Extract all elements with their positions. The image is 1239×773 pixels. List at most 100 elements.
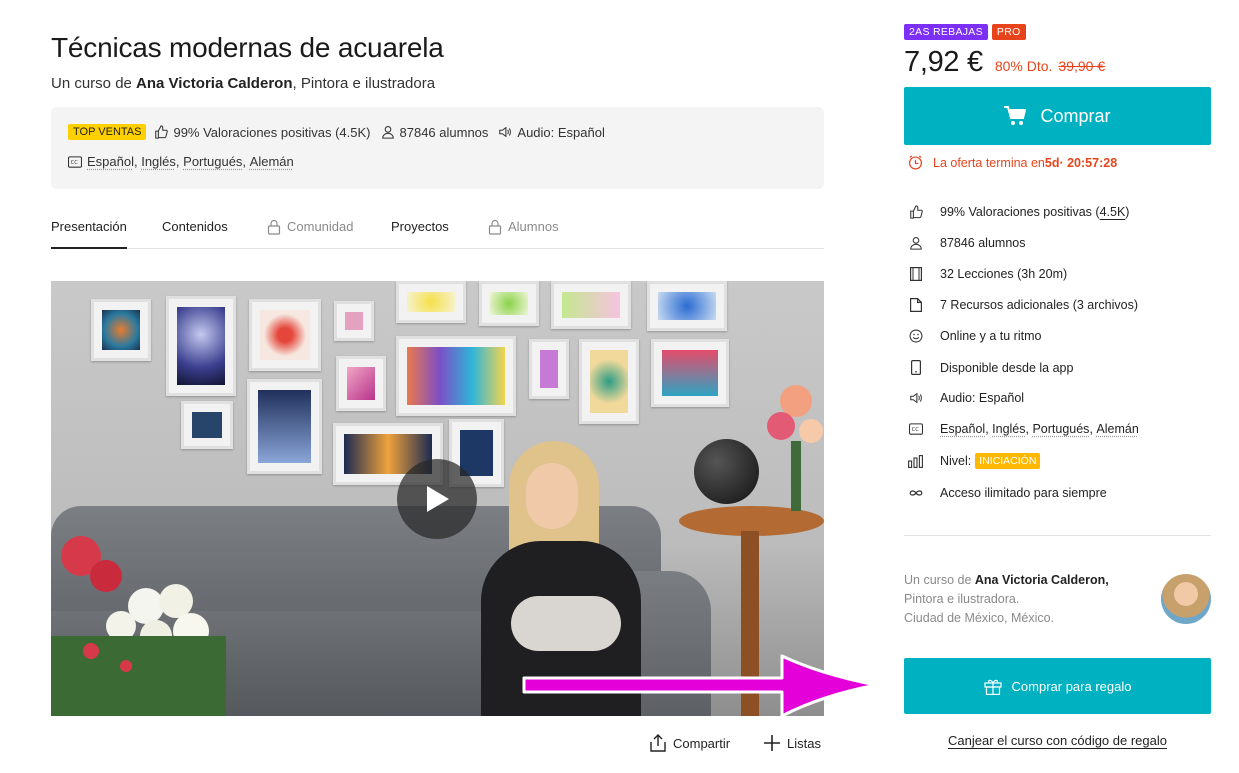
- redeem-gift-code-link[interactable]: Canjear el curso con código de regalo: [904, 733, 1211, 748]
- feature-resources: 7 Recursos adicionales (3 archivos): [908, 298, 1138, 312]
- wall-painting: [529, 339, 569, 399]
- author-avatar[interactable]: [1161, 574, 1211, 624]
- globe: [694, 439, 759, 504]
- closed-captions-icon: CC: [909, 423, 923, 435]
- author-prefix: Un curso de: [904, 573, 975, 587]
- plus-icon: [764, 735, 780, 751]
- subtitles-meta: CC Español, Inglés, Portugués, Alemán: [68, 154, 294, 169]
- offer-countdown: La oferta termina en 5d · 20:57:28: [908, 155, 1117, 170]
- audio-text: Audio: Español: [940, 391, 1025, 405]
- flowers-left: [51, 536, 226, 716]
- gift-label: Comprar para regalo: [1011, 678, 1132, 694]
- cat: [511, 596, 621, 651]
- ratings-count-link[interactable]: 4.5K: [1100, 205, 1126, 219]
- lists-label: Listas: [787, 735, 821, 751]
- gift-purchase-button[interactable]: Comprar para regalo: [904, 658, 1211, 714]
- user-icon: [381, 126, 394, 139]
- sub-lang-2[interactable]: Portugués: [1032, 422, 1089, 436]
- author-name-link[interactable]: Ana Victoria Calderon,: [975, 573, 1109, 587]
- sub-lang-3[interactable]: Alemán: [1096, 422, 1138, 436]
- course-info-box: TOP VENTAS 99% Valoraciones positivas (4…: [51, 107, 824, 189]
- tab-label: Presentación: [51, 219, 127, 234]
- author-link[interactable]: Ana Victoria Calderon: [136, 75, 292, 92]
- tab-alumnos[interactable]: Alumnos: [488, 219, 559, 249]
- divider: [904, 535, 1211, 536]
- students-meta: 87846 alumnos: [381, 125, 488, 140]
- share-icon: [650, 734, 666, 752]
- flowers-right: [767, 385, 823, 511]
- level-badge: INICIACIÓN: [975, 453, 1041, 469]
- share-button[interactable]: Compartir: [649, 734, 730, 752]
- ratings-text: 99% Valoraciones positivas (4.5K): [173, 124, 371, 140]
- ratings-suffix: ): [1125, 205, 1130, 219]
- feature-ratings: 99% Valoraciones positivas (4.5K): [908, 205, 1129, 219]
- promo-labels: 2AS REBAJAS PRO: [904, 24, 1030, 40]
- pro-label: PRO: [991, 24, 1026, 40]
- ratings-prefix: 99% Valoraciones positivas (: [940, 205, 1100, 219]
- play-icon: [427, 486, 449, 512]
- wall-painting: [579, 339, 639, 424]
- offer-days: 5d: [1044, 155, 1060, 170]
- thumbs-up-icon: [910, 205, 923, 219]
- resources-text: 7 Recursos adicionales (3 archivos): [940, 298, 1139, 312]
- discount-percent: 80% Dto.: [994, 58, 1053, 74]
- bar-chart-icon: [908, 454, 923, 468]
- instructor-face: [526, 463, 578, 529]
- feature-lessons: 32 Lecciones (3h 20m): [908, 267, 1067, 281]
- svg-text:CC: CC: [912, 427, 920, 433]
- offer-prefix: La oferta termina en: [933, 155, 1045, 170]
- film-icon: [910, 267, 922, 281]
- sub-lang-2[interactable]: Portugués: [183, 154, 242, 169]
- svg-text:CC: CC: [71, 160, 79, 166]
- gift-icon: [983, 679, 1002, 695]
- wall-painting: [479, 281, 539, 326]
- wall-painting: [336, 356, 386, 411]
- shopping-cart-icon: [1004, 106, 1027, 125]
- feature-app: Disponible desde la app: [908, 360, 1073, 375]
- smiley-icon: [909, 329, 923, 343]
- access-text: Acceso ilimitado para siempre: [940, 486, 1107, 500]
- sub-lang-1[interactable]: Inglés: [141, 154, 176, 169]
- clock-icon: [908, 155, 923, 170]
- video-actions: Compartir Listas: [51, 734, 824, 754]
- tab-proyectos[interactable]: Proyectos: [391, 219, 449, 249]
- price-row: 7,92 € 80% Dto. 39,90 €: [904, 46, 1105, 79]
- play-button[interactable]: [397, 459, 477, 539]
- lessons-text: 32 Lecciones (3h 20m): [940, 267, 1068, 281]
- online-text: Online y a tu ritmo: [940, 329, 1042, 343]
- sub-lang-0[interactable]: Español: [87, 154, 134, 169]
- buy-button[interactable]: Comprar: [904, 87, 1211, 145]
- wall-painting: [651, 339, 729, 407]
- speaker-icon: [499, 126, 512, 138]
- wall-painting: [181, 401, 233, 449]
- tab-contenidos[interactable]: Contenidos: [162, 219, 228, 249]
- feature-audio: Audio: Español: [908, 391, 1024, 405]
- phone-icon: [911, 360, 921, 375]
- tab-comunidad[interactable]: Comunidad: [267, 219, 354, 249]
- tab-label: Alumnos: [508, 219, 559, 234]
- current-price: 7,92 €: [904, 46, 983, 78]
- annotation-arrow: [522, 654, 878, 718]
- add-to-list-button[interactable]: Listas: [763, 734, 821, 752]
- audio-meta: Audio: Español: [498, 125, 605, 140]
- app-text: Disponible desde la app: [940, 360, 1074, 375]
- ratings-meta: 99% Valoraciones positivas (4.5K): [154, 124, 371, 140]
- sub-lang-0[interactable]: Español: [940, 422, 985, 436]
- wall-painting: [166, 296, 236, 396]
- sub-lang-3[interactable]: Alemán: [250, 154, 294, 169]
- user-icon: [910, 237, 922, 250]
- feature-subtitles: CC Español, Inglés, Portugués, Alemán: [908, 422, 1139, 436]
- wall-painting: [551, 281, 631, 329]
- sub-lang-1[interactable]: Inglés: [992, 422, 1025, 436]
- lock-icon: [488, 219, 502, 235]
- level-label: Nivel:: [940, 454, 972, 468]
- students-text: 87846 alumnos: [940, 236, 1026, 250]
- info-row-2: CC Español, Inglés, Portugués, Alemán: [68, 154, 304, 169]
- buy-label: Comprar: [1040, 105, 1111, 126]
- info-row-1: TOP VENTAS 99% Valoraciones positivas (4…: [68, 124, 615, 140]
- wall-painting: [247, 379, 322, 474]
- sale-label: 2AS REBAJAS: [904, 24, 988, 40]
- feature-online: Online y a tu ritmo: [908, 329, 1041, 343]
- tab-presentacion[interactable]: Presentación: [51, 219, 127, 249]
- wall-painting: [647, 281, 727, 331]
